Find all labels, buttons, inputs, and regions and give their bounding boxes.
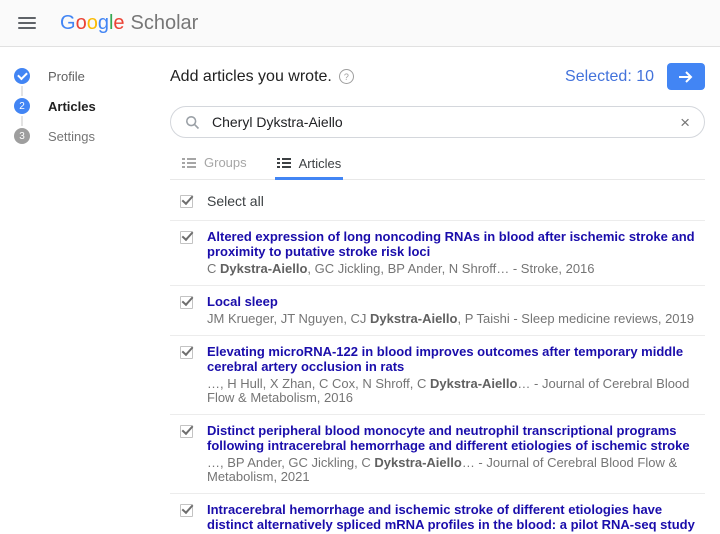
article-row: Elevating microRNA-122 in blood improves… xyxy=(170,336,705,415)
article-title-link[interactable]: Intracerebral hemorrhage and ischemic st… xyxy=(207,502,705,532)
articles-list: Altered expression of long noncoding RNA… xyxy=(170,221,705,534)
scholar-add-articles-screen: Google Scholar Profile 2 Articles 3 Sett… xyxy=(0,0,720,534)
article-title-link[interactable]: Local sleep xyxy=(207,294,694,309)
select-all-label: Select all xyxy=(207,193,264,209)
article-text: Distinct peripheral blood monocyte and n… xyxy=(207,423,705,484)
article-row: Local sleep JM Krueger, JT Nguyen, CJ Dy… xyxy=(170,286,705,336)
select-all-row: Select all xyxy=(170,180,705,221)
article-checkbox[interactable] xyxy=(180,346,193,359)
article-title-link[interactable]: Altered expression of long noncoding RNA… xyxy=(207,229,705,259)
step-number-badge: 3 xyxy=(14,128,30,144)
arrow-right-icon xyxy=(679,70,693,83)
article-text: Local sleep JM Krueger, JT Nguyen, CJ Dy… xyxy=(207,294,694,326)
article-checkbox[interactable] xyxy=(180,504,193,517)
google-scholar-logo[interactable]: Google Scholar xyxy=(60,12,198,35)
tab-label: Articles xyxy=(298,155,342,171)
article-authors: JM Krueger, JT Nguyen, CJ Dykstra-Aiello… xyxy=(207,311,695,326)
logo-scholar: Scholar xyxy=(130,11,199,34)
stepper-item-settings[interactable]: 3 Settings xyxy=(14,127,170,145)
page-title: Add articles you wrote. xyxy=(170,67,332,85)
search-input[interactable] xyxy=(210,113,681,131)
stepper-connector xyxy=(21,116,23,126)
select-all-checkbox[interactable] xyxy=(180,194,193,208)
clear-search-icon[interactable]: × xyxy=(680,114,690,131)
stepper-item-articles[interactable]: 2 Articles xyxy=(14,97,170,115)
search-icon xyxy=(185,115,200,130)
article-title-link[interactable]: Distinct peripheral blood monocyte and n… xyxy=(207,423,705,453)
list-view-icon xyxy=(182,157,196,169)
article-title-link[interactable]: Elevating microRNA-122 in blood improves… xyxy=(207,344,705,374)
selected-count: Selected: 10 xyxy=(565,67,654,85)
stepper-connector xyxy=(21,86,23,96)
step-label: Articles xyxy=(48,98,96,114)
article-checkbox[interactable] xyxy=(180,296,193,309)
menu-icon[interactable] xyxy=(18,17,36,29)
article-checkbox[interactable] xyxy=(180,425,193,438)
tab-label: Groups xyxy=(204,155,247,170)
results-tabs: Groups Articles xyxy=(170,155,705,180)
help-icon[interactable]: ? xyxy=(338,69,354,84)
stepper-item-profile[interactable]: Profile xyxy=(14,67,170,85)
main-content: Add articles you wrote. ? Selected: 10 C… xyxy=(170,47,720,534)
article-row: Intracerebral hemorrhage and ischemic st… xyxy=(170,494,705,534)
article-text: Elevating microRNA-122 in blood improves… xyxy=(207,344,705,405)
tab-articles[interactable]: Articles xyxy=(274,155,344,180)
article-checkbox[interactable] xyxy=(180,231,193,244)
article-authors: C Dykstra-Aiello, GC Jickling, BP Ander,… xyxy=(207,261,595,276)
top-bar: Google Scholar xyxy=(0,0,720,47)
logo-google: Google xyxy=(60,11,125,34)
next-button[interactable] xyxy=(667,63,705,90)
list-view-icon xyxy=(276,157,291,169)
article-row: Distinct peripheral blood monocyte and n… xyxy=(170,415,705,494)
author-search-box: × xyxy=(170,106,705,138)
article-text: Altered expression of long noncoding RNA… xyxy=(207,229,705,276)
article-authors: …, BP Ander, GC Jickling, C Dykstra-Aiel… xyxy=(207,455,678,484)
setup-stepper: Profile 2 Articles 3 Settings xyxy=(0,47,170,534)
step-label: Profile xyxy=(48,68,85,84)
step-label: Settings xyxy=(48,128,95,144)
article-row: Altered expression of long noncoding RNA… xyxy=(170,221,705,286)
tab-groups[interactable]: Groups xyxy=(180,155,249,179)
article-text: Intracerebral hemorrhage and ischemic st… xyxy=(207,502,705,534)
article-authors: …, H Hull, X Zhan, C Cox, N Shroff, C Dy… xyxy=(207,376,690,405)
main-header: Add articles you wrote. ? Selected: 10 xyxy=(170,63,705,90)
step-done-icon xyxy=(14,68,30,84)
step-number-badge: 2 xyxy=(14,98,30,114)
